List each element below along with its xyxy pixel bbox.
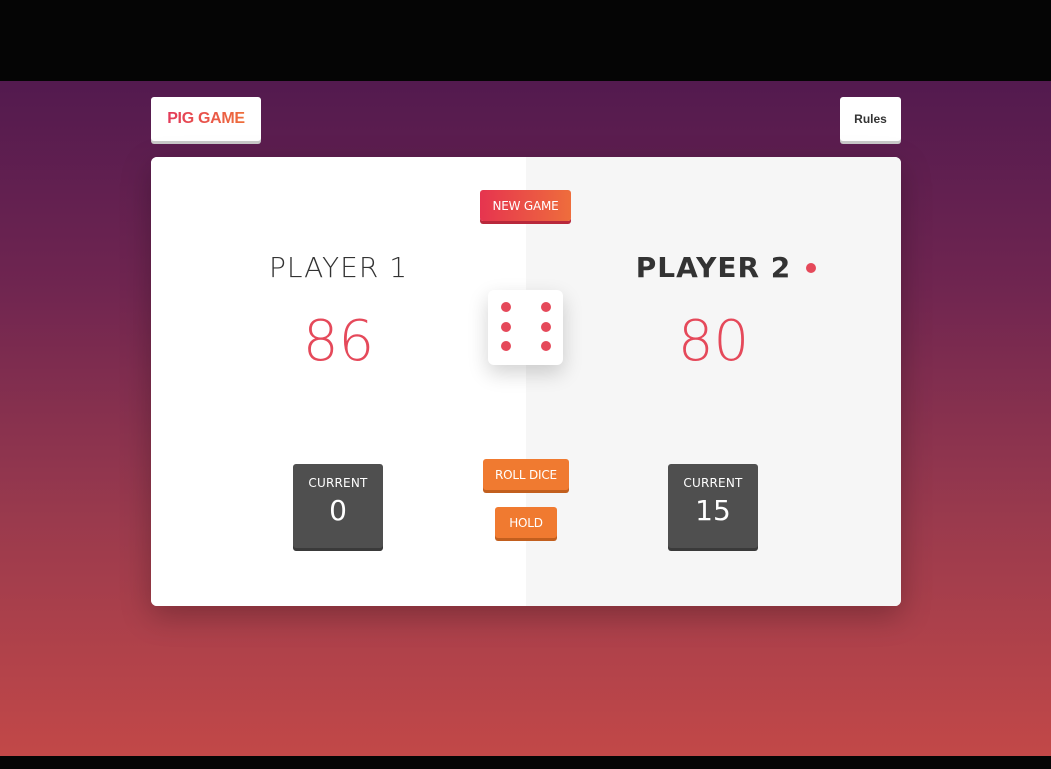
- dice-pip: [501, 302, 511, 312]
- game-stage: PIG GAME Rules PLAYER 1 86 CURRENT 0 PLA…: [0, 81, 1051, 756]
- top-black-bar: [0, 0, 1051, 81]
- player-1-panel: PLAYER 1 86 CURRENT 0: [151, 157, 526, 606]
- dice-pip: [541, 302, 551, 312]
- player-2-current-box: CURRENT 15: [668, 464, 758, 548]
- player-1-name: PLAYER 1: [268, 251, 409, 284]
- hold-button[interactable]: HOLD: [495, 507, 557, 538]
- dice-pip: [541, 341, 551, 351]
- player-2-current-label: CURRENT: [683, 476, 743, 490]
- player-1-current-value: 0: [329, 494, 347, 527]
- dice-pip: [501, 341, 511, 351]
- dice-pip: [501, 322, 511, 332]
- player-2-current-value: 15: [695, 494, 731, 527]
- game-board: PLAYER 1 86 CURRENT 0 PLAYER 2 80 CURREN…: [151, 157, 901, 606]
- dice-pip: [541, 322, 551, 332]
- player-1-current-box: CURRENT 0: [293, 464, 383, 548]
- bottom-black-bar: [0, 756, 1051, 769]
- logo-label: PIG GAME: [167, 110, 245, 127]
- pig-game-logo[interactable]: PIG GAME: [151, 97, 261, 141]
- player-2-score: 80: [677, 309, 750, 374]
- roll-dice-button[interactable]: ROLL DICE: [483, 459, 569, 490]
- new-game-button[interactable]: NEW GAME: [480, 190, 571, 221]
- player-2-panel: PLAYER 2 80 CURRENT 15: [526, 157, 901, 606]
- dice-six-icon: [488, 290, 563, 365]
- player-2-name: PLAYER 2: [635, 251, 792, 284]
- rules-button[interactable]: Rules: [840, 97, 901, 141]
- active-player-dot-icon: [806, 263, 816, 273]
- player-1-current-label: CURRENT: [308, 476, 368, 490]
- player-1-score: 86: [302, 309, 375, 374]
- rules-label: Rules: [854, 112, 887, 126]
